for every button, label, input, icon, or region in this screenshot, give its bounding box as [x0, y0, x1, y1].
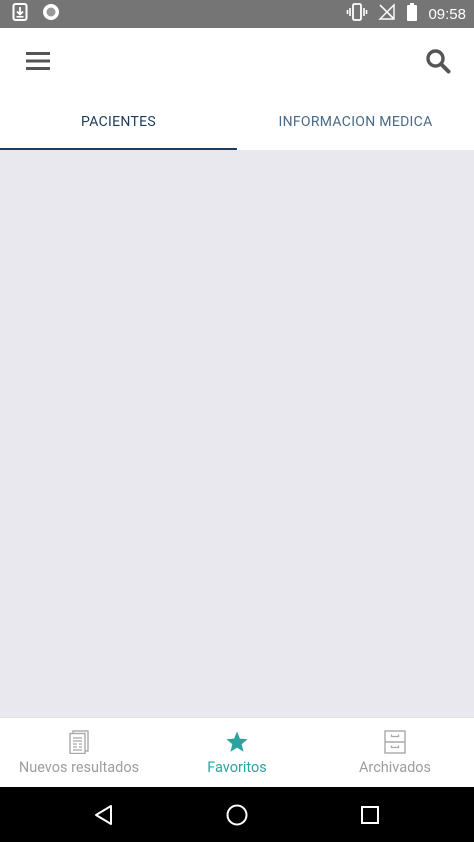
home-button[interactable] — [223, 801, 251, 829]
recents-button[interactable] — [356, 801, 384, 829]
system-navigation-bar — [0, 787, 474, 842]
no-signal-icon — [378, 3, 396, 25]
menu-icon — [26, 52, 50, 70]
back-button[interactable] — [90, 801, 118, 829]
nav-nuevos-resultados[interactable]: Nuevos resultados — [0, 718, 158, 787]
tab-pacientes[interactable]: PACIENTES — [0, 94, 237, 150]
recents-icon — [361, 806, 379, 824]
search-icon — [426, 49, 451, 74]
app-notification-icon — [42, 3, 60, 25]
bottom-navigation: Nuevos resultados Favoritos Archivados — [0, 717, 474, 787]
home-icon — [226, 804, 248, 826]
archive-icon — [384, 730, 406, 754]
patient-list-area — [0, 150, 474, 717]
status-time: 09:58 — [428, 5, 466, 23]
nav-favoritos[interactable]: Favoritos — [158, 718, 316, 787]
search-button[interactable] — [420, 45, 456, 77]
nav-label: Archivados — [358, 759, 432, 776]
menu-button[interactable] — [20, 45, 56, 77]
tab-informacion-medica[interactable]: INFORMACION MEDICA — [237, 94, 474, 150]
back-icon — [95, 805, 112, 825]
nav-archivados[interactable]: Archivados — [316, 718, 474, 787]
tab-label: PACIENTES — [81, 114, 156, 130]
vibrate-icon — [346, 3, 368, 25]
download-notification-icon — [12, 3, 28, 25]
tab-bar: PACIENTES INFORMACION MEDICA — [0, 94, 474, 150]
battery-icon — [406, 3, 418, 25]
star-icon — [226, 731, 248, 752]
tab-label: INFORMACION MEDICA — [278, 114, 433, 130]
app-bar — [0, 28, 474, 94]
app-screen: 09:58 PACIENTES INFORMACION MEDICA Nuevo… — [0, 0, 474, 842]
nav-label: Favoritos — [207, 759, 267, 776]
nav-label: Nuevos resultados — [18, 759, 140, 776]
document-icon — [69, 730, 89, 754]
status-notifications — [12, 3, 60, 25]
status-system: 09:58 — [346, 3, 466, 25]
status-bar: 09:58 — [0, 0, 474, 28]
